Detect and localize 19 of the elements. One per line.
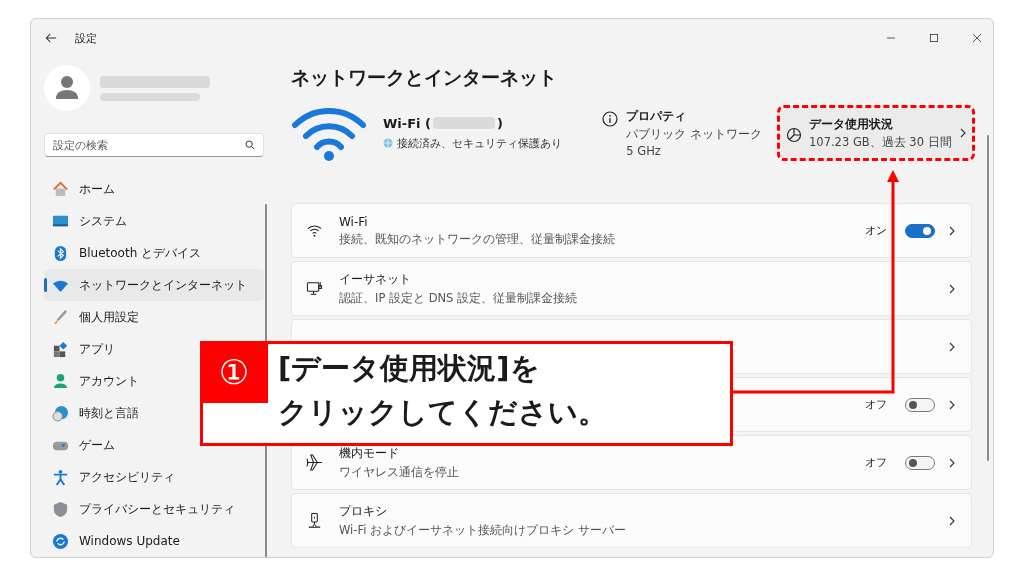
toggle-state-label: オフ <box>865 455 887 470</box>
network-name-end: ) <box>497 115 503 131</box>
row-description: 認証、IP 設定と DNS 設定、従量制課金接続 <box>339 291 579 306</box>
toggle-state-label: オフ <box>865 397 887 412</box>
window-title: 設定 <box>75 30 97 46</box>
row-title: プロキシ <box>339 503 388 520</box>
toggle-state-label: オン <box>865 223 887 238</box>
row-title: イーサネット <box>339 271 412 288</box>
row-title: 機内モード <box>339 445 400 462</box>
step-number: ① <box>200 341 268 403</box>
row-description: 接続、既知のネットワークの管理、従量制課金接続 <box>339 231 616 247</box>
page-title: ネットワークとインターネット <box>291 65 558 90</box>
network-name: Wi-Fi ( <box>383 115 431 131</box>
instruction-text: クリックしてください。 <box>278 394 607 431</box>
row-title: Wi-Fi <box>339 214 369 229</box>
row-description: Wi-Fi およびイーサネット接続向けプロキシ サーバー <box>339 523 627 538</box>
connection-status: 接続済み、セキュリティ保護あり <box>397 135 562 151</box>
row-description: ワイヤレス通信を停止 <box>339 465 460 480</box>
instruction-text: [データ使用状況]を <box>278 350 541 387</box>
